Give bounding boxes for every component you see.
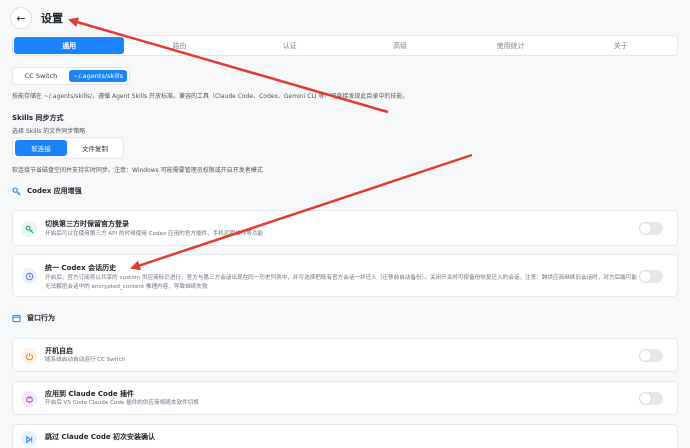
sync-copy-option[interactable]: 文件复制 <box>69 140 121 156</box>
tab-usage-stats[interactable]: 使用统计 <box>455 37 565 54</box>
window-section-title: 窗口行为 <box>27 314 55 322</box>
header: ← 设置 <box>10 6 63 30</box>
auto-start-card: 开机自启 随系统启动自动运行 CC Switch <box>12 338 678 372</box>
keep-official-login-card: 切换第三方时保留官方登录 开启后可以在使用第三方 API 的时候使用 Codex… <box>12 210 678 246</box>
tab-general[interactable]: 通用 <box>14 37 125 54</box>
sync-subtitle: 选择 Skills 的文件同步策略 <box>12 128 86 135</box>
window-icon <box>12 314 21 323</box>
settings-tabs: 通用 路由 认证 高级 使用统计 关于 <box>12 35 678 56</box>
plugin-icon <box>21 391 37 407</box>
codex-section-title: Codex 应用增强 <box>27 187 82 195</box>
skills-dir-agents-option[interactable]: ~/.agents/skills <box>69 70 127 82</box>
claude-plugin-title: 应用到 Claude Code 插件 <box>45 390 135 398</box>
skip-install-confirm-card: 跳过 Claude Code 初次安装确认 <box>12 424 678 448</box>
tab-advanced[interactable]: 高级 <box>345 37 455 54</box>
page-title: 设置 <box>41 12 63 25</box>
tab-routing[interactable]: 路由 <box>124 37 234 54</box>
back-button[interactable]: ← <box>10 7 32 29</box>
skills-dir-description: 技能存储在 ~/.agents/skills/，遵循 Agent Skills … <box>12 93 409 100</box>
auto-start-desc: 随系统启动自动运行 CC Switch <box>45 357 126 363</box>
sync-method-selector: 软连接 文件复制 <box>12 137 124 159</box>
unify-codex-history-desc: 开启后，官方订阅将以共享的 custom 供应商标识进行，官方与第三方会话出现在… <box>45 275 637 290</box>
unify-codex-history-toggle[interactable] <box>639 270 663 283</box>
auto-start-toggle[interactable] <box>639 349 663 362</box>
keep-official-login-title: 切换第三方时保留官方登录 <box>45 220 129 228</box>
claude-plugin-toggle[interactable] <box>639 392 663 405</box>
skills-dir-ccswitch-option[interactable]: CC Switch <box>15 70 67 82</box>
keep-official-login-desc: 开启后可以在使用第三方 API 的时候使用 Codex 应用的官方插件、手机远程… <box>45 231 264 237</box>
codex-section-header: Codex 应用增强 <box>12 186 82 196</box>
key-icon <box>21 221 37 237</box>
unify-codex-history-title: 统一 Codex 会话历史 <box>45 264 117 272</box>
skip-install-confirm-title: 跳过 Claude Code 初次安装确认 <box>45 433 156 441</box>
tab-auth[interactable]: 认证 <box>235 37 345 54</box>
skip-icon <box>21 431 37 447</box>
history-icon <box>21 268 37 284</box>
window-section-header: 窗口行为 <box>12 313 55 323</box>
sync-note: 软连接节省磁盘空间并支持实时同步。注意：Windows 可能需要管理员权限或开启… <box>12 167 263 174</box>
power-icon <box>21 348 37 364</box>
sync-symlink-option[interactable]: 软连接 <box>15 140 67 156</box>
sync-title: Skills 同步方式 <box>12 114 64 122</box>
claude-plugin-desc: 开启后 VS Code Claude Code 插件的供应商将随本软件切换 <box>45 400 199 406</box>
claude-plugin-card: 应用到 Claude Code 插件 开启后 VS Code Claude Co… <box>12 381 678 415</box>
auto-start-title: 开机自启 <box>45 347 73 355</box>
arrow-left-icon: ← <box>16 11 26 25</box>
keep-official-login-toggle[interactable] <box>639 222 663 235</box>
unify-codex-history-card: 统一 Codex 会话历史 开启后，官方订阅将以共享的 custom 供应商标识… <box>12 254 678 297</box>
key-icon <box>12 186 21 196</box>
skills-dir-selector: CC Switch ~/.agents/skills <box>12 67 130 85</box>
tab-about[interactable]: 关于 <box>566 37 676 54</box>
